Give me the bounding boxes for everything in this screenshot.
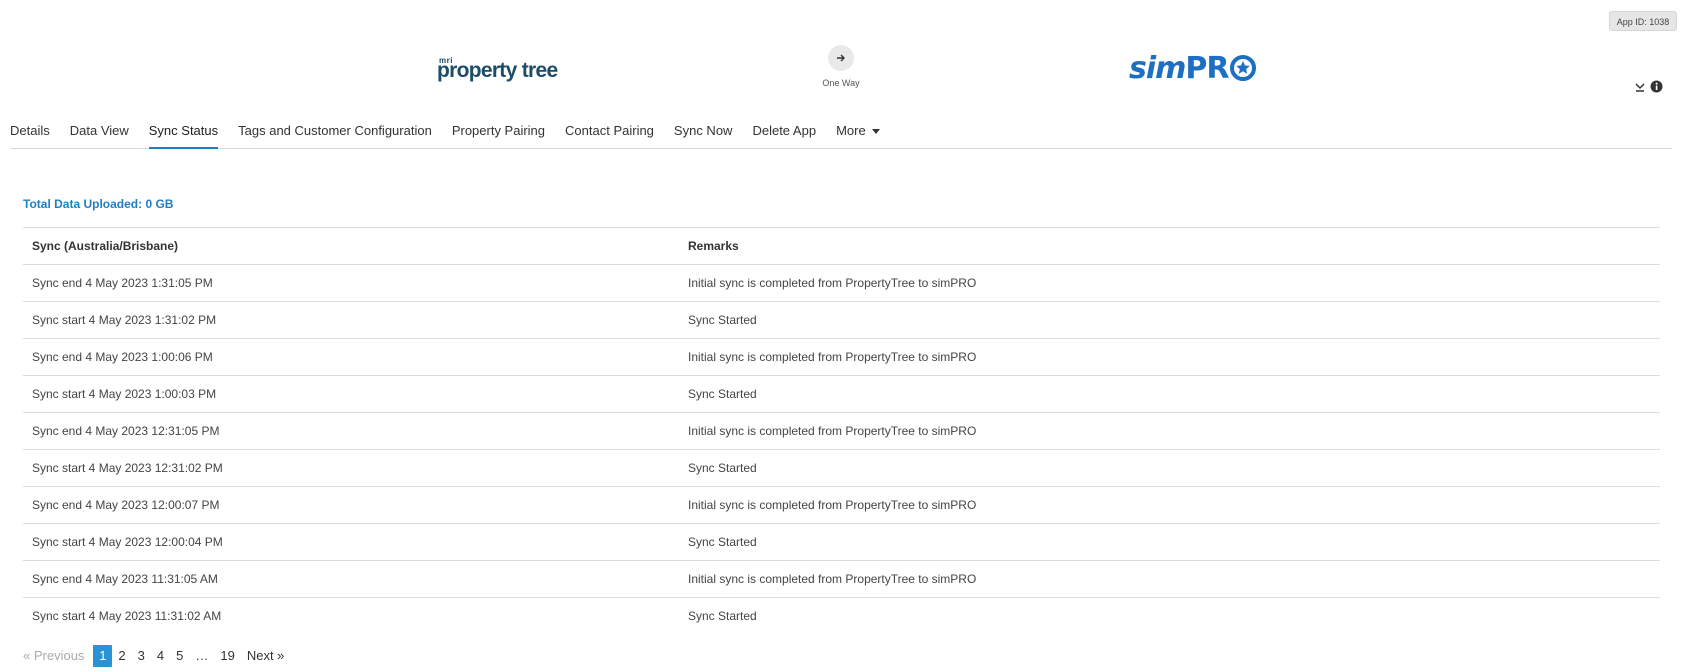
next-page-link[interactable]: Next »: [241, 645, 291, 667]
tab-delete-app[interactable]: Delete App: [742, 113, 826, 148]
caret-down-icon: [871, 128, 880, 134]
page-link-3[interactable]: 3: [132, 645, 151, 667]
tab-label: Details: [10, 123, 50, 138]
tab-label: Property Pairing: [451, 123, 546, 138]
tab-sync-now[interactable]: Sync Now: [664, 113, 743, 148]
table-row: Sync end 4 May 2023 1:31:05 PM Initial sy…: [23, 264, 1660, 302]
previous-page-link[interactable]: « Previous: [23, 645, 90, 667]
page-link-2[interactable]: 2: [112, 645, 131, 667]
page-link-19[interactable]: 19: [214, 645, 240, 667]
sync-time-cell: Sync start 4 May 2023 11:31:02 AM: [23, 597, 679, 634]
tab-contact-pairing[interactable]: Contact Pairing: [555, 113, 664, 148]
tab-label: More: [836, 123, 866, 138]
tab-details[interactable]: Details: [10, 113, 60, 148]
remarks-cell: Sync Started: [679, 301, 1660, 339]
tab-label: Tags and Customer Configuration: [238, 123, 432, 138]
tab-sync-status[interactable]: Sync Status: [139, 113, 228, 149]
tab-label: Sync Status: [148, 123, 219, 138]
collapse-icon[interactable]: [1634, 80, 1646, 98]
remarks-cell: Sync Started: [679, 523, 1660, 561]
remarks-cell: Sync Started: [679, 375, 1660, 413]
table-row: Sync start 4 May 2023 12:00:04 PM Sync St…: [23, 523, 1660, 561]
simpro-star-icon: [1229, 55, 1256, 81]
remarks-cell: Initial sync is completed from PropertyT…: [679, 338, 1660, 376]
tab-property-pairing[interactable]: Property Pairing: [442, 113, 555, 148]
tab-label: Data View: [69, 123, 129, 138]
tab-label: Contact Pairing: [565, 123, 654, 138]
sync-time-cell: Sync start 4 May 2023 1:31:02 PM: [23, 301, 679, 339]
tab-label: Sync Now: [673, 123, 733, 138]
pagination-ellipsis: …: [195, 648, 209, 663]
tab-more-dropdown[interactable]: More: [826, 113, 890, 148]
info-icon[interactable]: [1650, 80, 1663, 98]
table-row: Sync end 4 May 2023 12:31:05 PM Initial s…: [23, 412, 1660, 450]
tab-bar: Details Data View Sync Status Tags and C…: [10, 113, 1672, 149]
remarks-cell: Sync Started: [679, 449, 1660, 487]
pagination: « Previous 1 2 3 4 5 … 19 Next »: [23, 645, 290, 667]
app-id-badge: App ID: 1038: [1609, 11, 1677, 31]
sync-status-table: Sync (Australia/Brisbane) Remarks Sync e…: [23, 227, 1660, 634]
remarks-cell: Initial sync is completed from PropertyT…: [679, 560, 1660, 598]
remarks-cell: Initial sync is completed from PropertyT…: [679, 412, 1660, 450]
property-tree-logo-name: property tree: [437, 59, 558, 82]
property-tree-logo: mri property tree: [437, 55, 558, 85]
sync-time-cell: Sync start 4 May 2023 12:31:02 PM: [23, 449, 679, 487]
table-row: Sync start 4 May 2023 1:31:02 PM Sync Sta…: [23, 301, 1660, 339]
sync-time-cell: Sync end 4 May 2023 12:00:07 PM: [23, 486, 679, 524]
tab-label: Delete App: [752, 123, 817, 138]
sync-time-cell: Sync start 4 May 2023 12:00:04 PM: [23, 523, 679, 561]
column-header-remarks: Remarks: [679, 227, 1660, 265]
sync-time-cell: Sync end 4 May 2023 11:31:05 AM: [23, 560, 679, 598]
table-row: Sync end 4 May 2023 11:31:05 AM Initial s…: [23, 560, 1660, 598]
sync-time-cell: Sync end 4 May 2023 1:31:05 PM: [23, 264, 679, 302]
page-link-1[interactable]: 1: [93, 645, 113, 667]
tab-data-view[interactable]: Data View: [60, 113, 139, 148]
remarks-cell: Initial sync is completed from PropertyT…: [679, 486, 1660, 524]
page-link-4[interactable]: 4: [151, 645, 170, 667]
table-row: Sync start 4 May 2023 12:31:02 PM Sync St…: [23, 449, 1660, 487]
simpro-logo-sim: sim: [1129, 50, 1186, 86]
sync-direction-label: One Way: [822, 78, 860, 88]
column-header-sync: Sync (Australia/Brisbane): [23, 227, 679, 265]
page-link-5[interactable]: 5: [170, 645, 189, 667]
sync-time-cell: Sync end 4 May 2023 12:31:05 PM: [23, 412, 679, 450]
table-row: Sync start 4 May 2023 11:31:02 AM Sync St…: [23, 597, 1660, 634]
remarks-cell: Sync Started: [679, 597, 1660, 634]
arrow-right-icon: [828, 45, 854, 71]
simpro-logo-pro: PR: [1185, 50, 1229, 86]
table-header-row: Sync (Australia/Brisbane) Remarks: [23, 227, 1660, 265]
table-row: Sync end 4 May 2023 12:00:07 PM Initial s…: [23, 486, 1660, 524]
table-row: Sync end 4 May 2023 1:00:06 PM Initial sy…: [23, 338, 1660, 376]
tab-tags-and-customer-configuration[interactable]: Tags and Customer Configuration: [228, 113, 442, 148]
sync-time-cell: Sync start 4 May 2023 1:00:03 PM: [23, 375, 679, 413]
sync-time-cell: Sync end 4 May 2023 1:00:06 PM: [23, 338, 679, 376]
table-row: Sync start 4 May 2023 1:00:03 PM Sync Sta…: [23, 375, 1660, 413]
remarks-cell: Initial sync is completed from PropertyT…: [679, 264, 1660, 302]
total-data-uploaded: Total Data Uploaded: 0 GB: [23, 197, 174, 211]
simpro-logo: sim PR: [1129, 48, 1256, 88]
sync-direction: One Way: [820, 45, 862, 88]
corner-actions: [1634, 80, 1663, 98]
